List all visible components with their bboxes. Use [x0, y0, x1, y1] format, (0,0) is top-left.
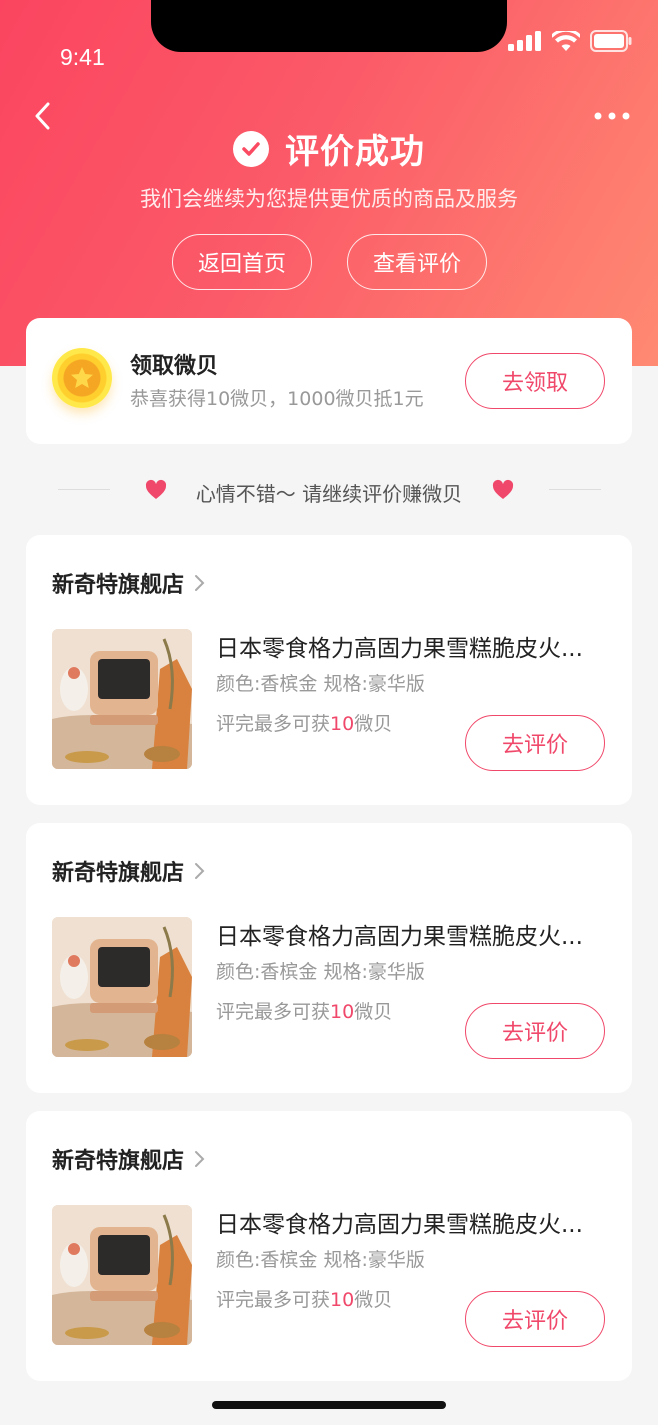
store-name: 新奇特旗舰店 — [52, 861, 185, 886]
encourage-divider: 心情不错～ 请继续评价赚微贝 — [0, 472, 658, 508]
view-review-button[interactable]: 查看评价 — [347, 234, 487, 290]
home-button[interactable]: 返回首页 — [172, 234, 312, 290]
product-spec: 颜色:香槟金 规格:豪华版 — [216, 961, 425, 983]
review-button[interactable]: 去评价 — [465, 1291, 605, 1347]
divider-line-right — [549, 489, 601, 490]
status-icons — [508, 28, 632, 54]
reward-suffix: 微贝 — [354, 1001, 393, 1023]
store-link[interactable]: 新奇特旗舰店 — [52, 1143, 206, 1175]
status-time: 9:41 — [60, 44, 105, 70]
reward-prefix: 评完最多可获 — [216, 1289, 331, 1311]
store-link[interactable]: 新奇特旗舰店 — [52, 855, 206, 887]
chevron-right-icon — [195, 575, 205, 591]
review-reward-text: 评完最多可获10微贝 — [216, 709, 392, 736]
claim-button[interactable]: 去领取 — [465, 353, 605, 409]
more-icon[interactable] — [594, 106, 630, 126]
product-spec: 颜色:香槟金 规格:豪华版 — [216, 1249, 425, 1271]
page-title: 评价成功 — [285, 132, 425, 172]
title-row: 评价成功 — [0, 124, 658, 173]
product-title[interactable]: 日本零食格力高固力果雪糕脆皮火... — [216, 629, 616, 663]
home-indicator — [212, 1401, 446, 1409]
heart-icon — [492, 479, 514, 499]
order-card: 新奇特旗舰店 日本零食格力高固力果雪糕脆皮火... 颜色:香槟金 规格:豪华版 … — [26, 535, 632, 805]
reward-card: 领取微贝 恭喜获得10微贝，1000微贝抵1元 去领取 — [26, 318, 632, 444]
store-name: 新奇特旗舰店 — [52, 1149, 185, 1174]
review-button[interactable]: 去评价 — [465, 715, 605, 771]
reward-prefix: 评完最多可获 — [216, 1001, 331, 1023]
reward-amount: 10 — [330, 1289, 355, 1311]
reward-suffix: 微贝 — [354, 1289, 393, 1311]
order-card: 新奇特旗舰店 日本零食格力高固力果雪糕脆皮火... 颜色:香槟金 规格:豪华版 … — [26, 1111, 632, 1381]
chevron-right-icon — [195, 863, 205, 879]
review-reward-text: 评完最多可获10微贝 — [216, 997, 392, 1024]
encourage-text: 心情不错～ 请继续评价赚微贝 — [195, 482, 463, 506]
product-image[interactable] — [52, 917, 192, 1057]
reward-amount: 10 — [330, 713, 355, 735]
wifi-icon — [552, 31, 580, 51]
reward-title: 领取微贝 — [130, 354, 219, 379]
product-title[interactable]: 日本零食格力高固力果雪糕脆皮火... — [216, 1205, 616, 1239]
chevron-right-icon — [195, 1151, 205, 1167]
store-name: 新奇特旗舰店 — [52, 573, 185, 598]
product-image[interactable] — [52, 1205, 192, 1345]
reward-desc: 恭喜获得10微贝，1000微贝抵1元 — [130, 388, 424, 410]
product-image[interactable] — [52, 629, 192, 769]
device-notch — [151, 0, 507, 52]
order-card: 新奇特旗舰店 日本零食格力高固力果雪糕脆皮火... 颜色:香槟金 规格:豪华版 … — [26, 823, 632, 1093]
coin-icon — [52, 348, 112, 408]
signal-icon — [508, 31, 541, 51]
reward-prefix: 评完最多可获 — [216, 713, 331, 735]
check-icon — [233, 130, 269, 167]
battery-icon — [590, 30, 632, 52]
store-link[interactable]: 新奇特旗舰店 — [52, 567, 206, 599]
review-reward-text: 评完最多可获10微贝 — [216, 1285, 392, 1312]
reward-amount: 10 — [330, 1001, 355, 1023]
product-spec: 颜色:香槟金 规格:豪华版 — [216, 673, 425, 695]
page-subtitle: 我们会继续为您提供更优质的商品及服务 — [140, 187, 518, 211]
reward-suffix: 微贝 — [354, 713, 393, 735]
review-button[interactable]: 去评价 — [465, 1003, 605, 1059]
product-title[interactable]: 日本零食格力高固力果雪糕脆皮火... — [216, 917, 616, 951]
